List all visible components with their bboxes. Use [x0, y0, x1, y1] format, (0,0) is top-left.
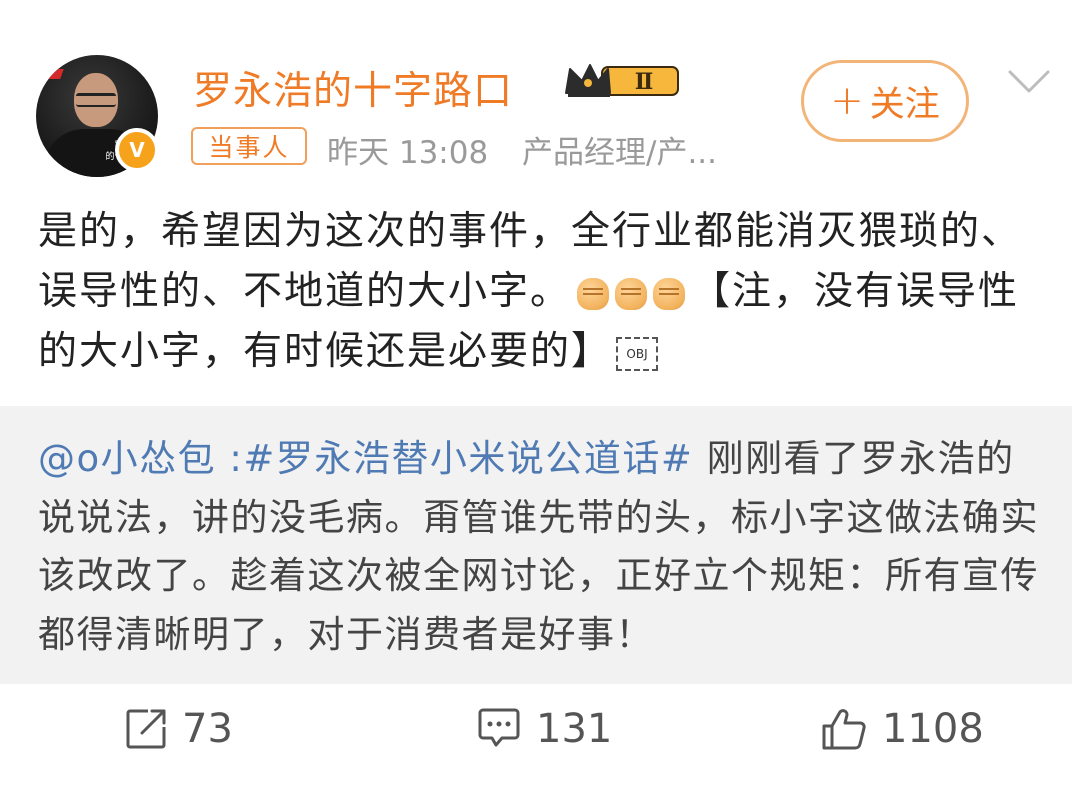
like-count: 1108: [882, 706, 984, 752]
fist-emoji-icon: [653, 278, 686, 310]
post-text: 是的，希望因为这次的事件，全行业都能消灭猥琐的、误导性的、不地道的大小字。 【注，…: [38, 202, 1048, 382]
mention-separator: :: [216, 437, 244, 480]
chevron-down-icon[interactable]: [1006, 64, 1052, 100]
follow-label: 关注: [869, 84, 940, 125]
verified-badge-icon: V: [115, 128, 159, 172]
repost-count: 73: [182, 706, 233, 752]
comment-button[interactable]: 131: [476, 706, 612, 752]
quoted-post[interactable]: @o小怂包 :#罗永浩替小米说公道话# 刚刚看了罗永浩的说说法，讲的没毛病。甭管…: [0, 406, 1072, 684]
channel-logo-icon: [46, 69, 64, 79]
fist-emoji-group: [577, 278, 686, 310]
fist-emoji-icon: [577, 278, 610, 310]
weibo-post-card: 罗永浩 的十字路口 V 罗永浩的十字路口 Ⅱ 当事人 昨天 13:08 产品经理…: [0, 0, 1072, 800]
crown-icon[interactable]: Ⅱ: [562, 59, 682, 101]
action-bar: 73 131 1108: [0, 690, 1072, 790]
obj-placeholder-icon: OBJ: [616, 337, 659, 371]
fist-emoji-icon: [615, 278, 648, 310]
avatar-glasses: [76, 93, 116, 107]
like-button[interactable]: 1108: [820, 706, 984, 752]
role-badge: 当事人: [191, 127, 307, 165]
quoted-post-text: @o小怂包 :#罗永浩替小米说公道话# 刚刚看了罗永浩的说说法，讲的没毛病。甭管…: [38, 430, 1048, 664]
plus-icon: +: [830, 78, 864, 124]
repost-icon: [126, 709, 166, 749]
thumbs-up-icon: [822, 709, 866, 750]
comment-icon: [478, 708, 520, 747]
post-source: 产品经理/产...: [522, 135, 718, 171]
username[interactable]: 罗永浩的十字路口: [193, 60, 513, 116]
hashtag-link[interactable]: #罗永浩替小米说公道话#: [243, 437, 693, 480]
level-badge-text: Ⅱ: [635, 69, 654, 95]
comment-count: 131: [536, 706, 613, 752]
repost-button[interactable]: 73: [124, 706, 233, 752]
mention-link[interactable]: @o小怂包: [38, 437, 216, 480]
verified-mark: V: [129, 138, 145, 162]
post-time: 昨天 13:08: [327, 135, 489, 171]
follow-button[interactable]: + 关注: [801, 60, 969, 142]
